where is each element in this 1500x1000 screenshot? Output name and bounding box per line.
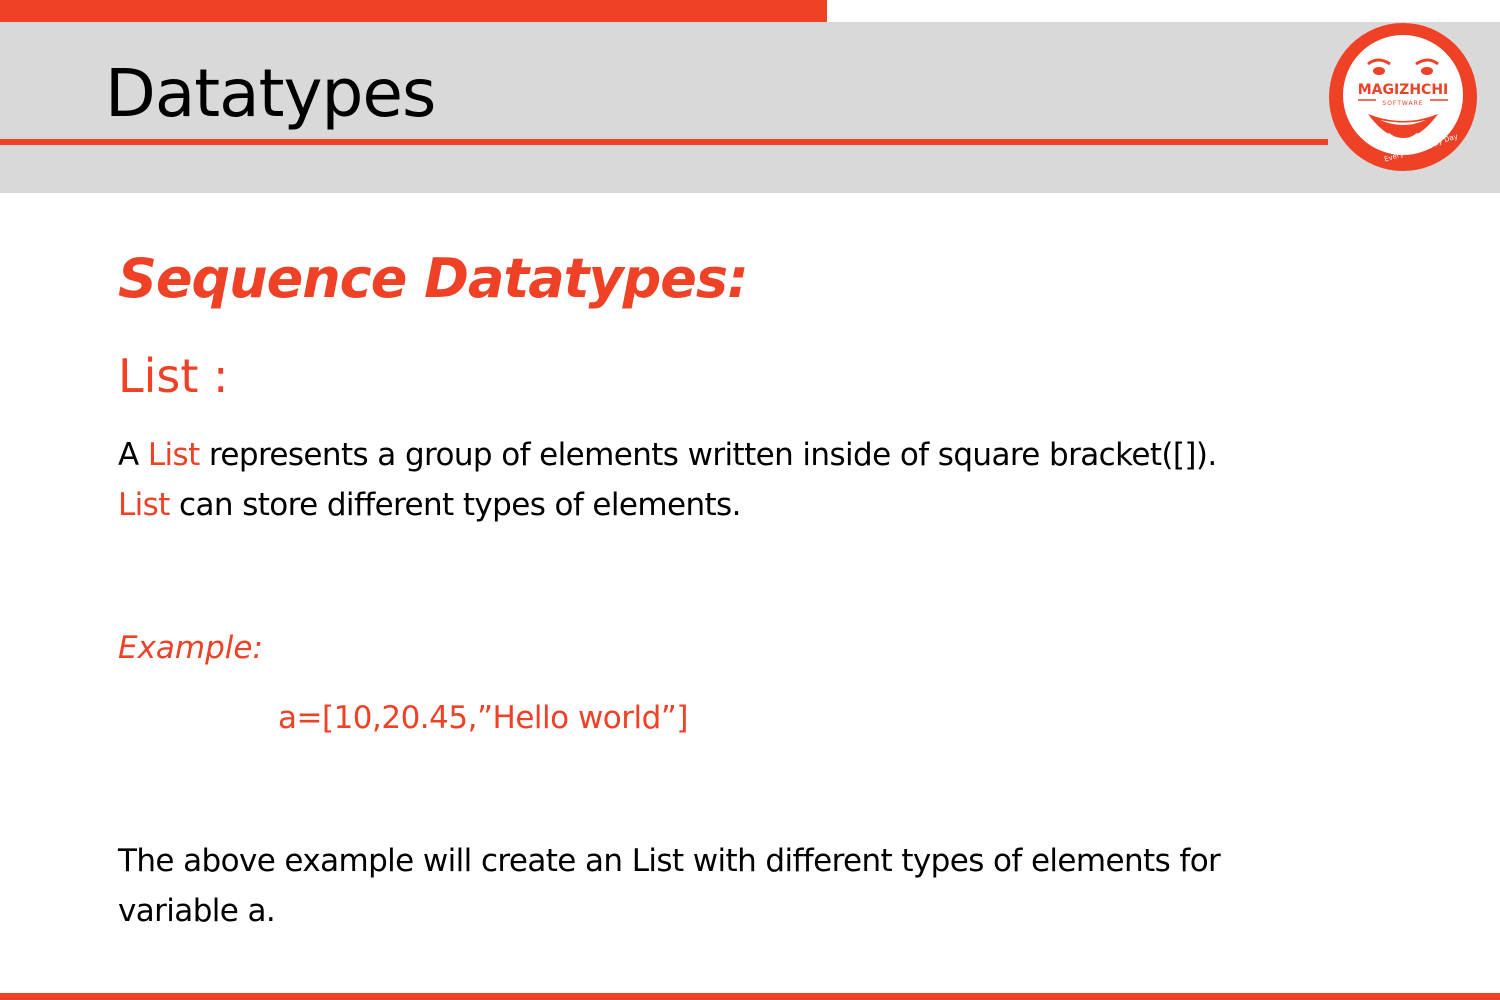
highlighted-term: List (118, 487, 170, 523)
section-heading: Sequence Datatypes: (118, 247, 749, 310)
paragraph-2-line-2: variable a. (118, 893, 276, 929)
header-divider (0, 139, 1328, 145)
paragraph-1-line-1: A List represents a group of elements wr… (118, 430, 1217, 480)
code-example: a=[10,20.45,”Hello world”] (278, 700, 688, 736)
subheading: List : (118, 349, 229, 403)
paragraph-2-line-1: The above example will create an List wi… (118, 843, 1221, 879)
logo-wordmark: MAGIZHCHI (1357, 82, 1449, 98)
top-accent-bar (0, 0, 827, 22)
text-segment: can store different types of elements. (169, 487, 741, 523)
logo-subtitle: SOFTWARE (1382, 100, 1424, 107)
text-segment: represents a group of elements written i… (199, 437, 1217, 473)
text-segment: A (118, 437, 148, 473)
highlighted-term: List (147, 437, 200, 473)
paragraph-1-line-2: List can store different types of elemen… (118, 480, 741, 530)
example-label: Example: (118, 630, 263, 666)
bottom-divider (0, 993, 1500, 1000)
page-title: Datatypes (105, 55, 436, 132)
